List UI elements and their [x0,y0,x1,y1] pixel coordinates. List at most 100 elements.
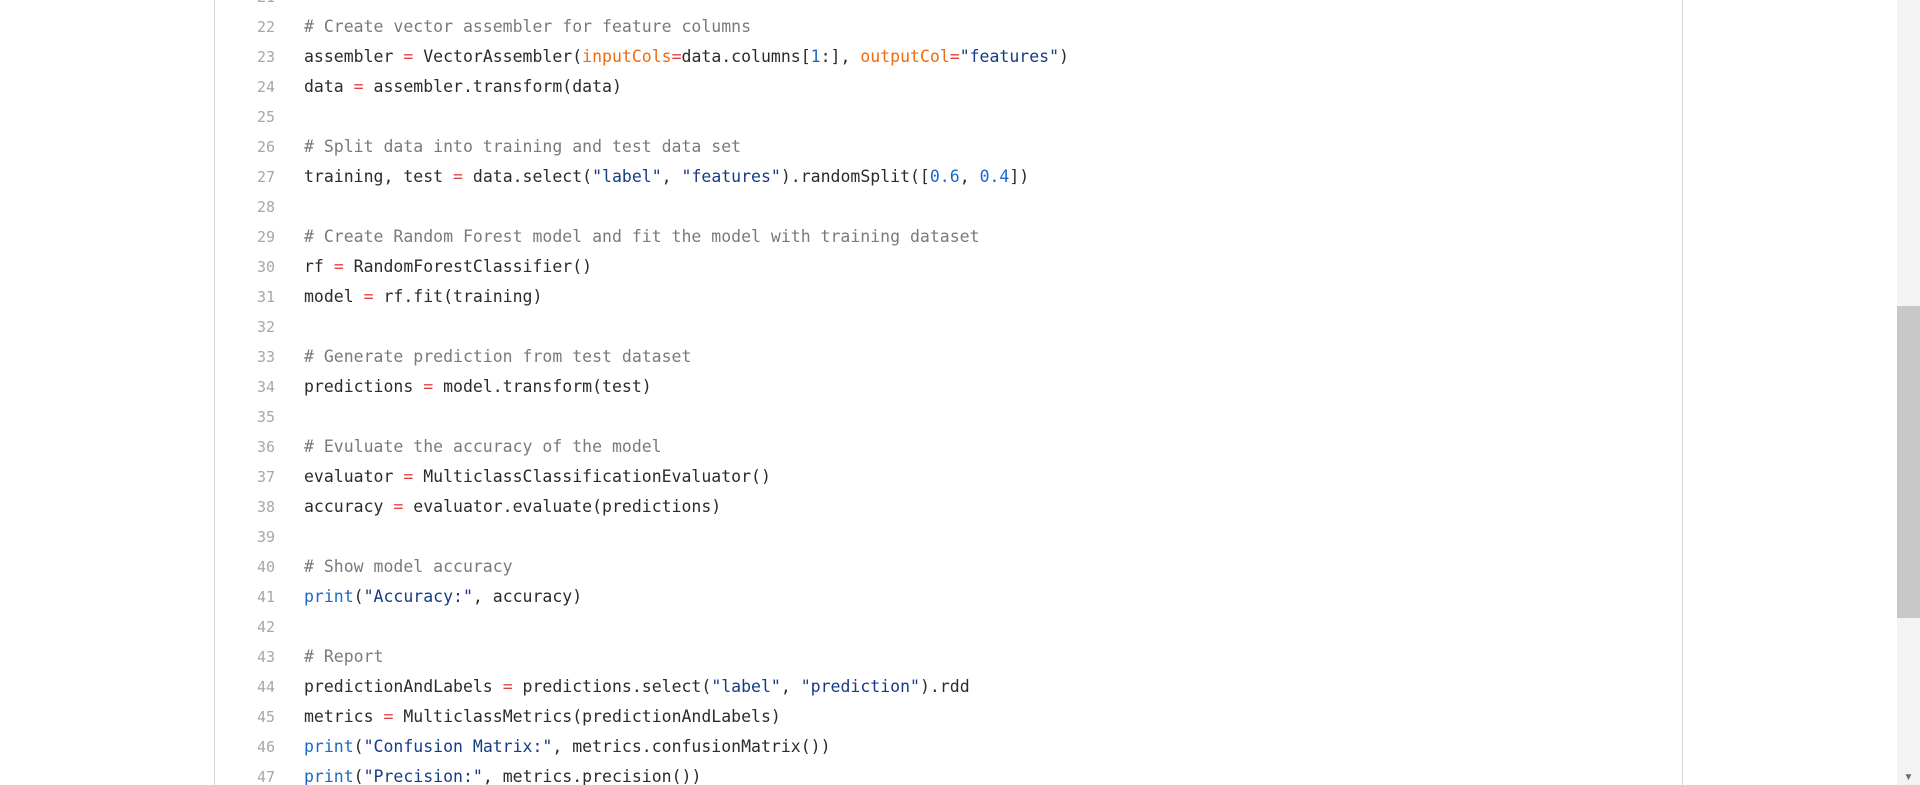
line-number: 21 [215,0,275,12]
code-token: = [363,287,374,306]
line-number: 46 [256,738,275,756]
code-token: RandomForestClassifier() [343,257,593,276]
line-number: 30 [256,258,275,276]
code-line[interactable]: 45 metrics = MulticlassMetrics(prediction… [215,702,1682,732]
line-code: training, test = data.select("label", "f… [304,162,1029,192]
code-line[interactable]: 44 predictionAndLabels = predictions.sele… [215,672,1682,702]
code-token: = [403,47,414,66]
line-number: 26 [256,138,275,156]
code-token: ).rdd [919,677,970,696]
code-line[interactable]: 47 print("Precision:", metrics.precision(… [215,762,1682,785]
line-number: 35 [256,408,275,426]
code-line[interactable]: 29 # Create Random Forest model and fit t… [215,222,1682,252]
code-token: inputCols [582,47,672,66]
code-line[interactable]: 26 # Split data into training and test da… [215,132,1682,162]
line-code: data = assembler.transform(data) [304,72,622,102]
scrollbar-thumb[interactable] [1897,306,1920,618]
code-token: data.select( [462,167,593,186]
code-token: :], [820,47,861,66]
code-token: evaluator.evaluate(predictions) [403,497,722,516]
code-line[interactable]: 46 print("Confusion Matrix:", metrics.con… [215,732,1682,762]
arrow-down-icon[interactable]: ▼ [1897,771,1920,785]
line-code: assembler = VectorAssembler(inputCols=da… [304,42,1069,72]
code-token: assembler.transform(data) [363,77,622,96]
line-code: rf = RandomForestClassifier() [304,252,592,282]
line-code: evaluator = MulticlassClassificationEval… [304,462,771,492]
code-line[interactable]: 41 print("Accuracy:", accuracy) [215,582,1682,612]
code-token: model.transform(test) [433,377,652,396]
line-code: predictions = model.transform(test) [304,372,652,402]
line-number: 36 [256,438,275,456]
code-token: predictions [304,377,424,396]
code-token: # Generate prediction from test dataset [304,347,692,366]
line-number: 25 [256,108,275,126]
line-code: print("Precision:", metrics.precision()) [304,762,701,785]
code-line[interactable]: 34 predictions = model.transform(test) [215,372,1682,402]
line-number: 42 [256,618,275,636]
code-token: ]) [1009,167,1030,186]
code-token: outputCol [860,47,950,66]
code-line[interactable]: 24 data = assembler.transform(data) [215,72,1682,102]
code-editor-panel[interactable]: 21 22 # Create vector assembler for featur… [214,0,1683,785]
code-line[interactable]: 21 [215,0,1682,12]
code-line[interactable]: 36 # Evuluate the accuracy of the model [215,432,1682,462]
code-token: # Evuluate the accuracy of the model [304,437,662,456]
line-code: metrics = MulticlassMetrics(predictionAn… [304,702,781,732]
line-code: # Report [304,642,383,672]
line-number: 31 [256,288,275,306]
code-token: , [661,167,682,186]
code-line[interactable]: 39 [215,522,1682,552]
code-token: = [383,707,394,726]
code-line[interactable]: 43 # Report [215,642,1682,672]
line-code: accuracy = evaluator.evaluate(prediction… [304,492,721,522]
line-number: 47 [256,768,275,785]
code-token: print [304,737,354,756]
code-line[interactable]: 33 # Generate prediction from test datase… [215,342,1682,372]
code-line[interactable]: 30 rf = RandomForestClassifier() [215,252,1682,282]
code-token: MulticlassClassificationEvaluator() [413,467,771,486]
line-number: 32 [256,318,275,336]
line-number: 41 [256,588,275,606]
line-number: 24 [256,78,275,96]
code-line[interactable]: 22 # Create vector assembler for feature … [215,12,1682,42]
code-line[interactable]: 23 assembler = VectorAssembler(inputCols=… [215,42,1682,72]
line-code: # Create vector assembler for feature co… [304,12,751,42]
line-number: 45 [256,708,275,726]
code-token: , metrics.confusionMatrix()) [552,737,831,756]
line-code: print("Confusion Matrix:", metrics.confu… [304,732,831,762]
code-token: # Split data into training and test data… [304,137,742,156]
code-line[interactable]: 42 [215,612,1682,642]
line-number: 38 [256,498,275,516]
page: 21 22 # Create vector assembler for featur… [0,0,1920,785]
code-token: rf.fit(training) [373,287,543,306]
code-line[interactable]: 25 [215,102,1682,132]
line-code: # Show model accuracy [304,552,513,582]
vertical-scrollbar[interactable]: ▼ [1897,0,1920,785]
line-number: 22 [256,18,275,36]
code-line[interactable]: 40 # Show model accuracy [215,552,1682,582]
code-line[interactable]: 32 [215,312,1682,342]
code-token: = [423,377,434,396]
code-line[interactable]: 35 [215,402,1682,432]
code-line[interactable]: 28 [215,192,1682,222]
code-token: , metrics.precision()) [482,767,702,785]
line-code: # Evuluate the accuracy of the model [304,432,662,462]
code-token: training, test [304,167,454,186]
code-token: print [304,587,354,606]
code-line[interactable]: 27 training, test = data.select("label", … [215,162,1682,192]
code-token: = [403,467,414,486]
code-token: "Precision:" [363,767,483,785]
code-token: # Create Random Forest model and fit the… [304,227,980,246]
code-line[interactable]: 37 evaluator = MulticlassClassificationEv… [215,462,1682,492]
code-token: ( [353,587,364,606]
code-token: = [353,77,364,96]
code-token: VectorAssembler( [413,47,583,66]
code-line[interactable]: 38 accuracy = evaluator.evaluate(predicti… [215,492,1682,522]
code-line[interactable]: 31 model = rf.fit(training) [215,282,1682,312]
code-token: "features" [681,167,781,186]
line-number: 43 [256,648,275,666]
code-token: = [333,257,344,276]
code-token: "prediction" [800,677,920,696]
code-token: MulticlassMetrics(predictionAndLabels) [393,707,781,726]
line-code: # Generate prediction from test dataset [304,342,691,372]
